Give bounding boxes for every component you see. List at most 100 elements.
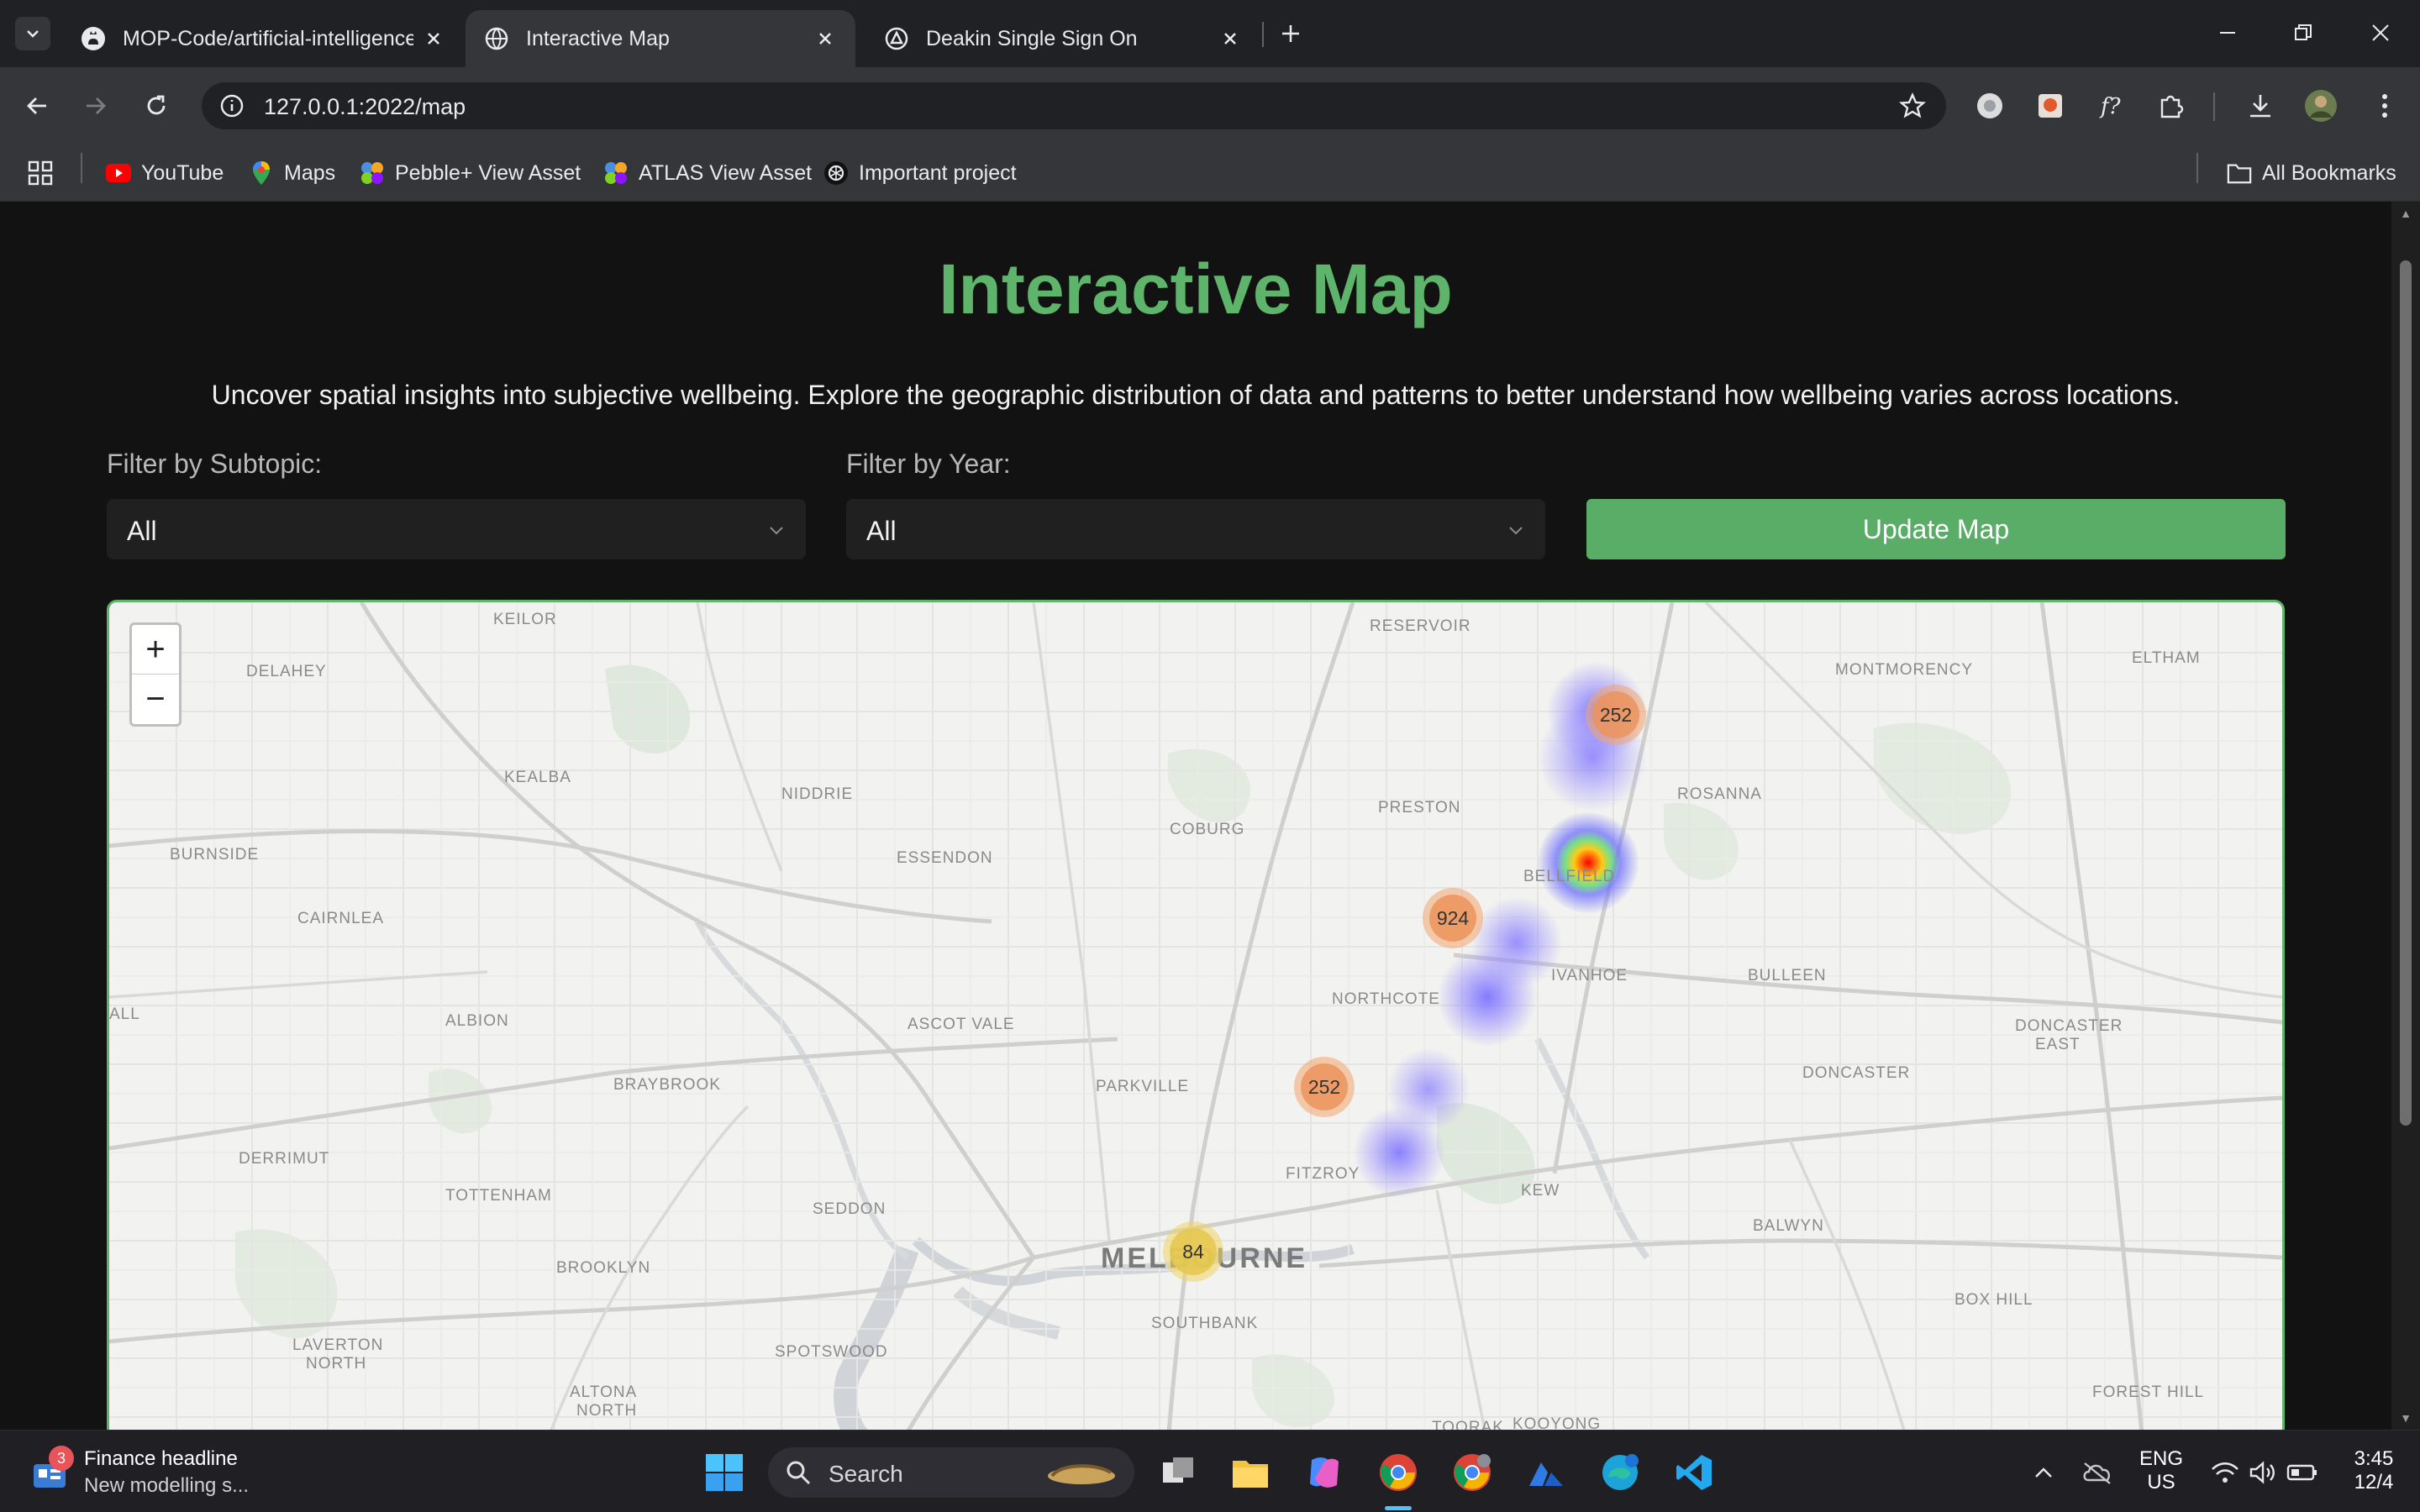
profile-avatar[interactable] [2301, 86, 2341, 126]
scroll-up-icon[interactable]: ▲ [2399, 207, 2412, 220]
page-scrollbar[interactable]: ▲ ▼ [2391, 202, 2420, 1430]
language-indicator[interactable]: ENG US [2134, 1447, 2188, 1494]
task-view-icon[interactable] [1155, 1449, 1202, 1496]
bookmarks-divider [2196, 153, 2198, 183]
bookmarks-bar: YouTube Maps Pebble+ View Asset ATLAS Vi… [0, 144, 2420, 202]
close-tab-icon[interactable] [422, 27, 445, 50]
place-label: NORTH [306, 1355, 367, 1373]
azure-devops-icon[interactable] [1523, 1449, 1570, 1496]
forward-button[interactable] [76, 86, 116, 126]
place-label: ROSANNA [1677, 785, 1762, 803]
zoom-out-button[interactable]: − [132, 675, 179, 724]
place-label: SEDDON [813, 1200, 886, 1218]
edge-icon[interactable] [1597, 1449, 1644, 1496]
taskbar-search[interactable]: Search [768, 1447, 1134, 1498]
cluster-count: 252 [1301, 1063, 1348, 1110]
tray-overflow-icon[interactable] [2020, 1449, 2067, 1496]
minimize-button[interactable] [2207, 12, 2249, 54]
close-window-button[interactable] [2360, 12, 2402, 54]
place-label: DONCASTER [2015, 1017, 2123, 1035]
place-label: BULLEEN [1748, 967, 1827, 984]
tab-github[interactable]: MOP-Code/artificial-intelligence [62, 10, 464, 67]
onedrive-off-icon[interactable] [2074, 1449, 2121, 1496]
map-cluster-marker[interactable]: 924 [1423, 888, 1483, 948]
interactive-map[interactable]: KEILOR RESERVOIR MONTMORENCY ELTHAM DELA… [107, 600, 2285, 1430]
extensions-puzzle-icon[interactable] [2151, 86, 2191, 126]
place-label: IVANHOE [1551, 967, 1628, 984]
copilot-icon[interactable] [1301, 1449, 1348, 1496]
update-map-button[interactable]: Update Map [1586, 499, 2286, 559]
cluster-count: 84 [1170, 1228, 1217, 1275]
heat-spot [1353, 1106, 1445, 1199]
chrome-profile-icon[interactable] [1449, 1449, 1496, 1496]
plus-icon [1282, 25, 1299, 42]
map-cluster-marker[interactable]: 252 [1586, 685, 1646, 745]
bookmark-atlas[interactable]: ATLAS View Asset [603, 156, 812, 190]
tab-title: Interactive Map [526, 26, 670, 50]
battery-icon[interactable] [2279, 1449, 2326, 1496]
subtopic-select-value: All [127, 516, 157, 546]
browser-toolbar: 127.0.0.1:2022/map f? [0, 67, 2420, 144]
extension-formula-icon[interactable]: f? [2091, 86, 2131, 126]
windows-start-icon[interactable] [701, 1449, 748, 1496]
place-label: KEW [1521, 1182, 1560, 1200]
new-tab-button[interactable] [1274, 17, 1307, 50]
all-bookmarks[interactable]: All Bookmarks [2227, 156, 2396, 190]
page-description: Uncover spatial insights into subjective… [211, 380, 2181, 410]
news-badge: 3 [49, 1446, 74, 1471]
vscode-icon[interactable] [1670, 1449, 1718, 1496]
page-content: Interactive Map Uncover spatial insights… [0, 202, 2391, 1430]
place-label: CAIRNLEA [297, 910, 385, 927]
chevron-down-icon [765, 519, 787, 541]
menu-kebab-icon[interactable] [2365, 86, 2405, 126]
reload-button[interactable] [136, 86, 176, 126]
bookmark-maps[interactable]: Maps [249, 156, 335, 190]
tab-search-button[interactable] [15, 17, 50, 50]
scroll-down-icon[interactable]: ▼ [2399, 1411, 2412, 1425]
tab-deakin-sso[interactable]: Deakin Single Sign On [865, 10, 1260, 67]
place-label: BALWYN [1753, 1217, 1824, 1235]
close-tab-icon[interactable] [1218, 27, 1242, 50]
url-text[interactable]: 127.0.0.1:2022/map [264, 94, 466, 120]
address-bar[interactable]: 127.0.0.1:2022/map [202, 82, 1946, 129]
bookmark-star-icon[interactable] [1897, 91, 1928, 121]
tab-interactive-map[interactable]: Interactive Map [466, 10, 855, 67]
bookmark-youtube[interactable]: YouTube [106, 156, 224, 190]
year-select[interactable]: All [846, 499, 1545, 559]
downloads-icon[interactable] [2240, 86, 2281, 126]
place-label: TOTTENHAM [445, 1187, 552, 1205]
place-label: ELTHAM [2132, 649, 2201, 667]
clock[interactable]: 3:45 12/4 [2344, 1447, 2403, 1494]
file-explorer-icon[interactable] [1227, 1449, 1274, 1496]
site-info-icon[interactable] [217, 91, 247, 121]
apps-grid-icon[interactable] [27, 156, 54, 190]
back-button[interactable] [17, 86, 57, 126]
place-label: DELAHEY [246, 663, 327, 680]
bookmark-label: Maps [284, 160, 336, 185]
bookmark-pebble[interactable]: Pebble+ View Asset [360, 156, 581, 190]
news-widget[interactable]: 3 Finance headline New modelling s... [27, 1446, 279, 1499]
cluster-count: 924 [1429, 895, 1476, 942]
bookmark-important-project[interactable]: Important project [823, 156, 1017, 190]
arrow-right-icon [87, 97, 106, 114]
extension-screenshot-icon[interactable] [2030, 86, 2070, 126]
atlas-icon [603, 160, 629, 186]
tab-title: Deakin Single Sign On [926, 26, 1138, 50]
close-tab-icon[interactable] [813, 27, 837, 50]
deakin-icon [885, 27, 908, 50]
place-label: SPOTSWOOD [775, 1343, 888, 1361]
place-label: FITZROY [1286, 1165, 1360, 1183]
tab-divider [1262, 22, 1264, 47]
place-label: KEALBA [504, 769, 571, 786]
chrome-active-icon[interactable] [1375, 1449, 1422, 1496]
subtopic-select[interactable]: All [107, 499, 806, 559]
scrollbar-thumb[interactable] [2400, 260, 2412, 1126]
extension-grammar-icon[interactable] [1970, 86, 2010, 126]
map-cluster-marker[interactable]: 252 [1294, 1057, 1355, 1117]
restore-button[interactable] [2282, 12, 2324, 54]
zoom-in-button[interactable]: + [132, 625, 179, 675]
place-label: LAVERTON [292, 1336, 384, 1354]
map-cluster-marker[interactable]: 84 [1163, 1221, 1223, 1282]
place-label: KOOYONG [1512, 1415, 1602, 1430]
place-label: DERRIMUT [239, 1150, 330, 1168]
